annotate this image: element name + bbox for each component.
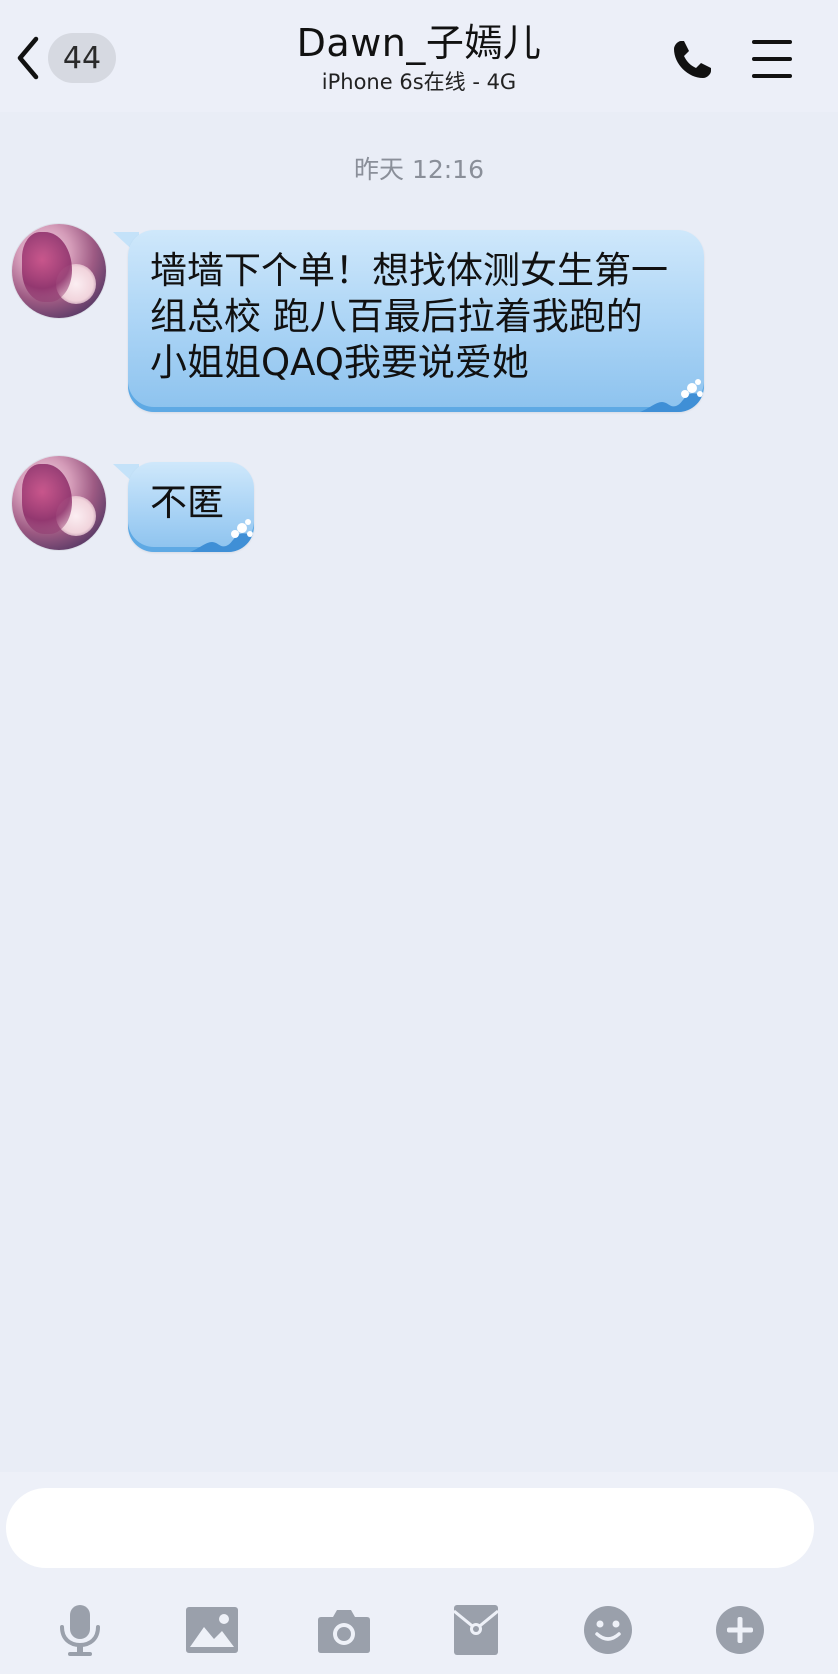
voice-button[interactable] [50, 1600, 110, 1660]
camera-icon [318, 1610, 370, 1653]
message-text: 墙墙下个单！想找体测女生第一组总校 跑八百最后拉着我跑的小姐姐QAQ我要说爱她 [150, 249, 668, 384]
message-timestamp: 昨天 12:16 [354, 155, 484, 184]
contact-avatar[interactable] [12, 224, 106, 318]
emoji-icon [584, 1606, 632, 1654]
picture-button[interactable] [182, 1600, 242, 1660]
more-button[interactable] [710, 1600, 770, 1660]
message-input[interactable] [6, 1488, 814, 1568]
microphone-icon [60, 1605, 100, 1656]
message-bubble[interactable]: 不匿 [128, 462, 254, 552]
message-bubble[interactable]: 墙墙下个单！想找体测女生第一组总校 跑八百最后拉着我跑的小姐姐QAQ我要说爱她 [128, 230, 704, 412]
emoji-button[interactable] [578, 1600, 638, 1660]
contact-avatar[interactable] [12, 456, 106, 550]
wave-decoration-icon [640, 379, 704, 412]
hamburger-line [752, 57, 792, 61]
hamburger-icon [752, 40, 792, 44]
wave-decoration-icon [190, 519, 254, 552]
chat-header: 44 Dawn_子嫣儿 iPhone 6s在线 - 4G [0, 0, 838, 112]
input-area [0, 1472, 838, 1674]
red-packet-button[interactable] [446, 1600, 506, 1660]
hamburger-line [752, 74, 792, 78]
call-button[interactable] [668, 36, 716, 84]
camera-button[interactable] [314, 1600, 374, 1660]
red-packet-icon [454, 1605, 498, 1655]
plus-icon [716, 1606, 764, 1654]
menu-button[interactable] [750, 38, 794, 80]
phone-icon [674, 41, 711, 78]
picture-icon [186, 1607, 238, 1653]
